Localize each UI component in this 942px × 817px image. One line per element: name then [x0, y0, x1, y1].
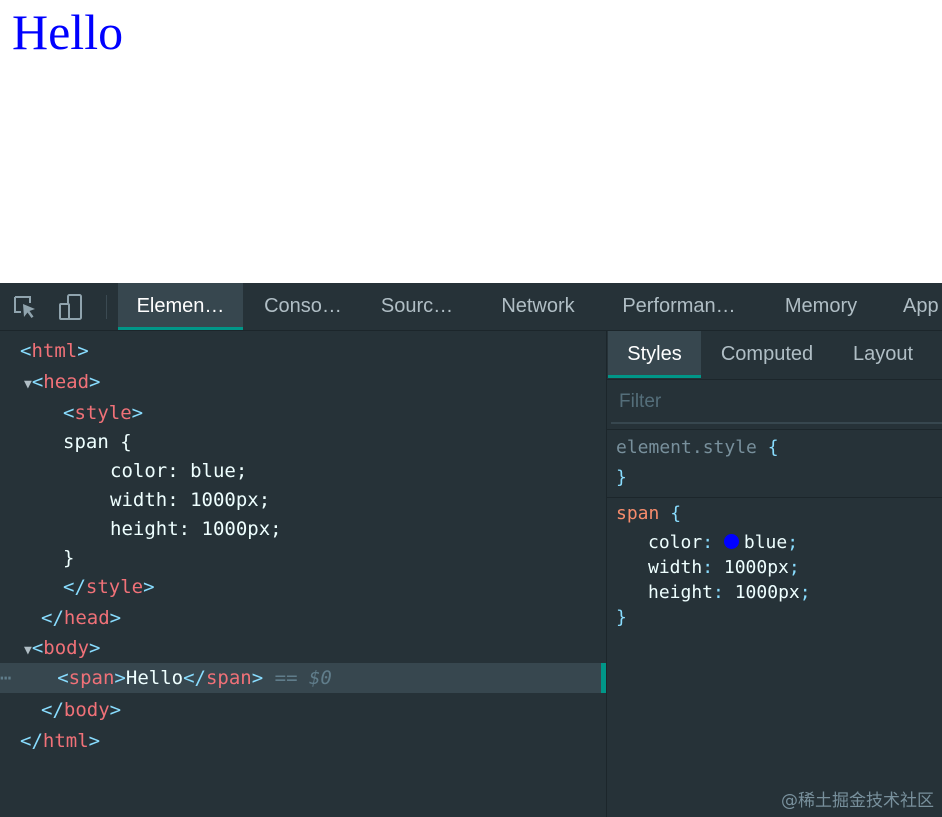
- inspect-element-icon[interactable]: [10, 292, 40, 322]
- tab-layout[interactable]: Layout: [839, 331, 927, 378]
- tab-computed[interactable]: Computed: [707, 331, 827, 378]
- styles-sidebar: Styles Computed Layout element.style { }…: [607, 331, 942, 817]
- filter-input[interactable]: [619, 388, 919, 416]
- dom-node-body[interactable]: ▼<body>: [0, 633, 606, 663]
- expand-triangle-icon[interactable]: ▼: [24, 643, 32, 658]
- declaration-width[interactable]: width: 1000px;: [648, 555, 800, 581]
- tab-elements[interactable]: Elemen…: [118, 283, 243, 330]
- tab-memory[interactable]: Memory: [768, 283, 874, 330]
- style-text-line: }: [63, 547, 75, 569]
- style-text-line: height: 1000px;: [110, 518, 282, 540]
- style-text-line: span {: [63, 431, 132, 453]
- dom-node-style[interactable]: <style>: [0, 398, 606, 428]
- selected-node-reference: == $0: [274, 667, 332, 689]
- tab-network[interactable]: Network: [484, 283, 592, 330]
- dom-node-html[interactable]: <html>: [0, 336, 606, 366]
- more-options-icon[interactable]: ⋯: [0, 667, 57, 689]
- devtools-toolbar: Elemen… Conso… Sourc… Network Performan……: [0, 283, 942, 331]
- declaration-color[interactable]: color: blue;: [648, 530, 798, 556]
- color-swatch-icon[interactable]: [723, 534, 739, 549]
- span-rule-selector[interactable]: span {: [616, 501, 681, 527]
- dom-node-head[interactable]: ▼<head>: [0, 367, 606, 397]
- dom-node-style-close[interactable]: </style>: [0, 572, 606, 602]
- watermark: @稀土掘金技术社区: [781, 791, 934, 811]
- tab-performance[interactable]: Performan…: [610, 283, 748, 330]
- tab-sources[interactable]: Sourc…: [368, 283, 466, 330]
- hello-span[interactable]: Hello: [12, 2, 123, 62]
- dom-node-head-close[interactable]: </head>: [0, 603, 606, 633]
- expand-triangle-icon[interactable]: ▼: [24, 377, 32, 392]
- elements-tree: <html> ▼<head> <style> span { color: blu…: [0, 331, 607, 817]
- dom-node-html-close[interactable]: </html>: [0, 726, 606, 756]
- dom-node-span-selected[interactable]: ⋯ <span>Hello</span> == $0: [0, 663, 606, 693]
- toolbar-separator: [106, 295, 107, 319]
- span-rule-close: }: [616, 607, 627, 628]
- style-text-line: width: 1000px;: [110, 489, 271, 511]
- style-text-line: color: blue;: [110, 460, 248, 482]
- declaration-height[interactable]: height: 1000px;: [648, 580, 811, 606]
- dom-node-body-close[interactable]: </body>: [0, 695, 606, 725]
- tab-application[interactable]: App: [890, 283, 942, 330]
- element-style-close: }: [616, 467, 627, 488]
- element-style-selector[interactable]: element.style {: [616, 435, 779, 461]
- tab-styles[interactable]: Styles: [608, 331, 701, 378]
- device-toolbar-icon[interactable]: [56, 292, 86, 322]
- tab-console[interactable]: Conso…: [250, 283, 356, 330]
- filter-box: [611, 382, 942, 424]
- page-viewport: Hello: [0, 0, 942, 283]
- devtools-panel: Elemen… Conso… Sourc… Network Performan……: [0, 283, 942, 817]
